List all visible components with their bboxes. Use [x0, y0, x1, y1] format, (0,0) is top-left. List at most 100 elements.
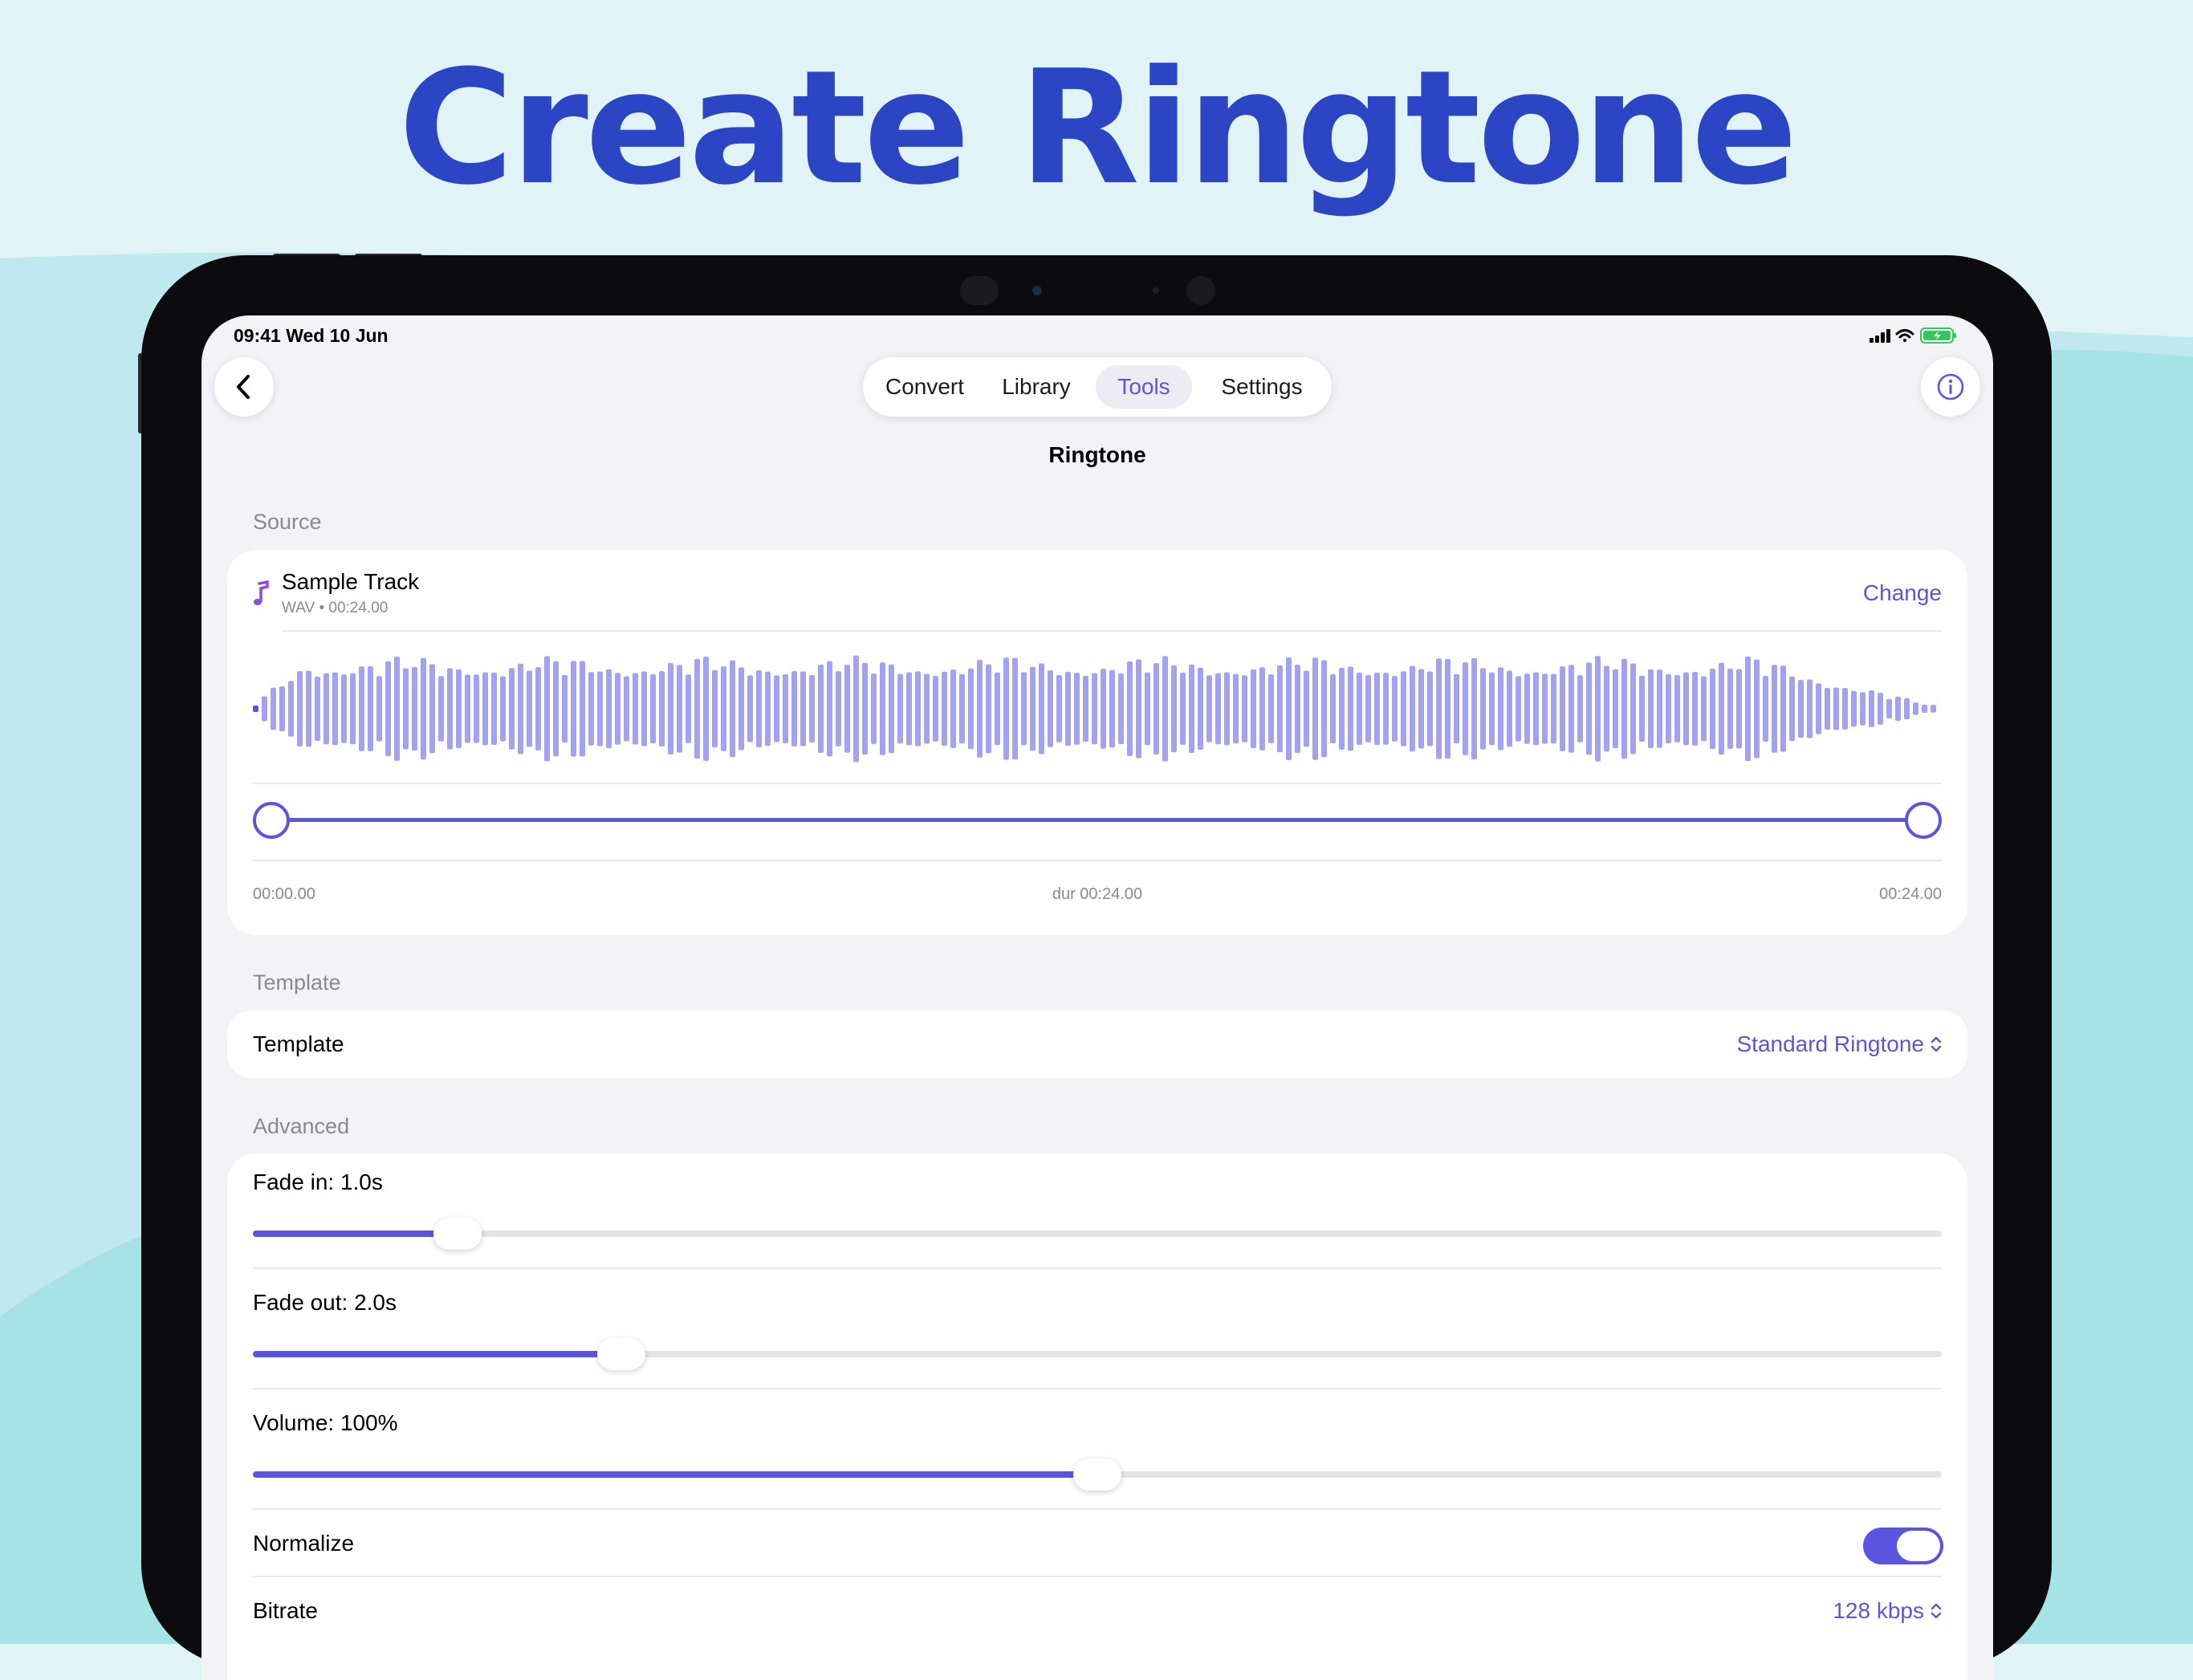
bitrate-select[interactable]: 128 kbps — [1833, 1598, 1942, 1624]
waveform-bar — [1489, 672, 1495, 746]
volume-slider-fill — [253, 1471, 1097, 1478]
waveform-bar — [1674, 675, 1680, 742]
tab-library[interactable]: Library — [985, 365, 1088, 409]
waveform-bar — [1533, 672, 1539, 746]
trim-end-handle[interactable] — [1905, 802, 1942, 839]
waveform-bar — [1233, 673, 1239, 744]
waveform-bar — [1259, 667, 1265, 751]
waveform-bar — [1101, 669, 1106, 749]
waveform-bar — [421, 657, 426, 760]
waveform-bar — [1136, 659, 1141, 759]
camera-sensor — [1153, 287, 1159, 294]
waveform-bar — [456, 669, 462, 749]
tab-tools[interactable]: Tools — [1096, 365, 1192, 409]
chevron-left-icon — [237, 375, 250, 399]
waveform-bar — [1418, 669, 1424, 749]
waveform-bar — [853, 655, 859, 763]
waveform-bar — [1595, 656, 1601, 762]
waveform-bar — [1189, 665, 1194, 753]
template-row-label: Template — [253, 1031, 344, 1056]
waveform-bar — [950, 669, 956, 748]
waveform-bar — [730, 660, 735, 758]
template-card[interactable]: Template Standard Ringtone — [227, 1011, 1967, 1078]
waveform-bar — [571, 661, 576, 757]
info-button[interactable] — [1921, 357, 1980, 417]
back-button[interactable] — [214, 357, 274, 417]
template-select[interactable]: Standard Ringtone — [1736, 1031, 1942, 1057]
trim-duration: dur 00:24.00 — [1052, 885, 1143, 903]
waveform-bar — [429, 664, 435, 754]
waveform-bar — [562, 674, 568, 743]
waveform-bar — [1568, 665, 1574, 753]
waveform-bar — [1339, 667, 1345, 751]
fade-out-slider-knob[interactable] — [597, 1338, 646, 1370]
waveform-bar — [1127, 661, 1133, 757]
waveform-bar — [1039, 663, 1044, 755]
waveform-bar — [827, 661, 832, 757]
waveform-bar — [297, 671, 303, 746]
app-screen: 09:41 Wed 10 Jun Convert Library Tools S… — [201, 315, 1993, 1680]
waveform-bar — [376, 676, 382, 742]
waveform-bar — [544, 656, 550, 762]
normalize-toggle-knob — [1897, 1531, 1940, 1561]
fade-out-label: Fade out: 2.0s — [253, 1290, 397, 1315]
change-button[interactable]: Change — [1863, 580, 1942, 606]
waveform-bar — [1736, 669, 1742, 749]
volume-slider[interactable] — [253, 1458, 1942, 1491]
waveform-bar — [906, 672, 912, 746]
page-title: Ringtone — [1048, 442, 1146, 467]
waveform-bar — [1401, 671, 1406, 746]
volume-slider-knob[interactable] — [1073, 1458, 1121, 1491]
track-meta: WAV • 00:24.00 — [282, 600, 389, 616]
fade-out-slider[interactable] — [253, 1338, 1942, 1370]
waveform-bar — [1613, 669, 1618, 749]
waveform-bar — [1648, 669, 1654, 749]
waveform-bar — [836, 671, 841, 746]
waveform-bar — [474, 674, 479, 743]
waveform-bar — [1719, 662, 1724, 755]
waveform-bar — [1436, 658, 1442, 759]
waveform-bar — [1577, 675, 1583, 742]
chevron-up-down-icon — [1931, 1036, 1942, 1052]
waveform-bar — [1206, 675, 1212, 742]
waveform-bar — [1895, 696, 1901, 722]
waveform-bar — [1171, 665, 1177, 753]
waveform-bar — [1869, 690, 1874, 727]
waveform-bar — [1471, 657, 1477, 760]
waveform-bar — [1286, 657, 1292, 761]
trim-range-slider[interactable] — [253, 802, 1942, 839]
waveform-bar — [1277, 665, 1283, 752]
fade-in-slider-knob[interactable] — [433, 1218, 482, 1250]
waveform-bar — [1701, 676, 1707, 742]
waveform-bar — [1666, 673, 1671, 744]
waveform-bar — [1162, 656, 1168, 762]
waveform-bar — [1772, 665, 1777, 753]
normalize-label: Normalize — [253, 1531, 355, 1556]
bitrate-value: 128 kbps — [1833, 1598, 1924, 1623]
tab-convert[interactable]: Convert — [871, 365, 979, 409]
waveform-bar — [624, 676, 629, 742]
waveform-bar — [1021, 672, 1027, 746]
signal-icon — [1870, 329, 1890, 343]
waveform-bar — [1445, 658, 1450, 759]
waveform-bar — [1180, 673, 1186, 745]
waveform-bar — [1745, 656, 1751, 762]
waveform-bar — [438, 676, 444, 742]
waveform-bar — [1251, 669, 1256, 749]
camera-sensor — [960, 276, 999, 305]
trim-start-handle[interactable] — [253, 802, 290, 839]
waveform-bar — [924, 673, 930, 744]
waveform-bar — [1692, 672, 1698, 746]
waveform-bar — [1092, 673, 1097, 745]
normalize-toggle[interactable] — [1863, 1527, 1943, 1564]
waveform-bar — [332, 672, 338, 746]
tab-settings[interactable]: Settings — [1200, 365, 1324, 409]
waveform-bar — [323, 673, 329, 745]
waveform-bar — [1825, 687, 1830, 730]
waveform-bar — [606, 669, 612, 749]
status-icons — [1870, 327, 1959, 348]
waveform-bar — [1604, 665, 1609, 752]
divider — [253, 783, 1942, 784]
fade-in-slider[interactable] — [253, 1218, 1942, 1250]
waveform-bar — [491, 672, 497, 746]
